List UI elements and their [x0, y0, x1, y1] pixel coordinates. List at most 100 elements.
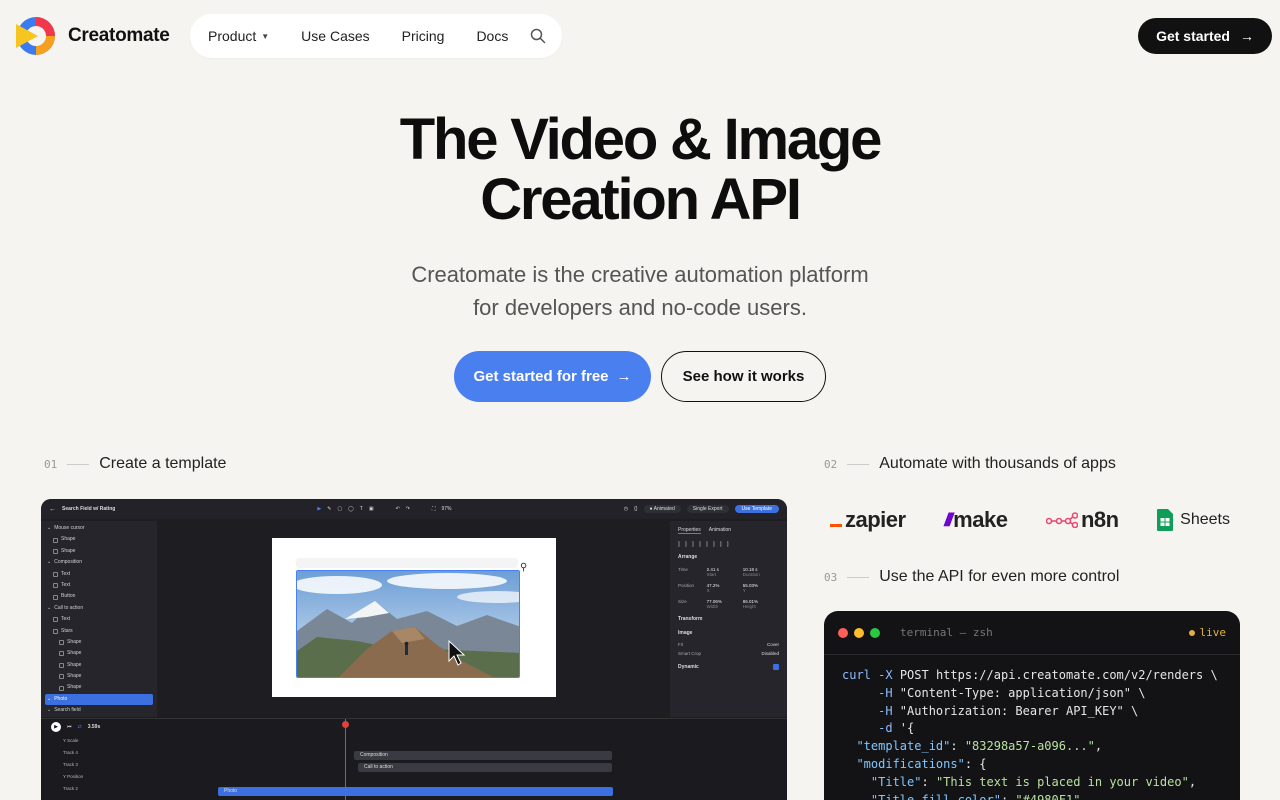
chevron-down-icon: ⌄ [47, 695, 52, 702]
get-started-button[interactable]: Get started → [1138, 18, 1272, 54]
step-api: 03 Use the API for even more control [824, 568, 1119, 586]
properties-rows: Time 2.41 s Start 10.18 s Duration Position 47… [670, 564, 787, 612]
track-bar-composition: Composition [354, 751, 612, 760]
see-how-it-works-label: See how it works [682, 368, 805, 385]
smart-crop-label: Smart Crop [678, 651, 702, 656]
property-sublabel: X [706, 588, 710, 593]
layer-box-icon [53, 583, 58, 589]
playhead-line [345, 719, 346, 800]
section-transform: Transform [678, 616, 703, 622]
layer-label: Shape [67, 684, 82, 691]
layer-item: Stars [45, 626, 153, 637]
layer-box-icon [53, 571, 58, 577]
make-logo: /// make [944, 507, 1008, 533]
step-number: 02 [824, 457, 838, 471]
section-dynamic: Dynamic [670, 658, 787, 676]
layer-box-icon [53, 628, 58, 634]
animated-toggle: ● Animated [643, 505, 681, 513]
timeline-controls: ▶ ⏮ ⇄ 3.59s [41, 719, 787, 735]
layer-box-icon [53, 548, 58, 554]
nav-item-pricing[interactable]: Pricing [386, 28, 461, 44]
see-how-it-works-button[interactable]: See how it works [661, 351, 826, 402]
chevron-down-icon: ⌄ [47, 707, 52, 714]
layer-label: Text [61, 570, 71, 577]
section-image: Image [678, 630, 693, 636]
property-row: Position 47.2% X 55.03% Y [670, 580, 787, 596]
chevron-down-icon: ⌄ [47, 525, 52, 531]
layer-label: Search field [54, 707, 81, 714]
zoom-level: 97% [441, 506, 452, 512]
nav-item-product[interactable]: Product ▼ [208, 28, 285, 44]
layer-box-icon [53, 617, 58, 623]
layer-item: ⌄ Composition [45, 557, 153, 568]
text-tool-icon: T [359, 506, 363, 512]
layer-label: Shape [61, 536, 76, 543]
arrow-right-icon: → [1240, 28, 1254, 44]
editor-properties-panel: Properties Animation ⫿ ⫿ ⫿ ⫿ ⫿ ⫿ ⫿ ⫿ Arr… [670, 521, 787, 717]
template-editor-preview: ← Search Field w/ Rating ▶ ✎ ▢ ◯ T ▣ ↶ ↷… [41, 499, 787, 800]
window-maximize-icon [870, 627, 880, 638]
layer-label: Shape [67, 661, 82, 668]
smart-crop-value: Disabled [761, 651, 779, 656]
layer-item: Button [45, 591, 153, 602]
pen-tool-icon: ✎ [327, 506, 332, 512]
search-icon[interactable] [530, 28, 546, 44]
property-label: Time [678, 567, 688, 572]
nav-item-docs[interactable]: Docs [460, 28, 524, 44]
layer-box-icon [59, 640, 64, 646]
editor-canvas: ⚲ [272, 538, 556, 697]
property-sublabel: Start [706, 572, 717, 577]
make-mark-icon: /// [944, 509, 953, 530]
fit-row: Fit Cover [670, 640, 787, 649]
rectangle-tool-icon: ▢ [337, 506, 343, 512]
image-tool-icon: ▣ [368, 506, 374, 512]
canvas-search-field [296, 558, 518, 568]
property-value: 55.03% Y [743, 583, 779, 593]
undo-icon: ↶ [395, 506, 400, 512]
n8n-mark-icon [1045, 512, 1078, 528]
track-bar-call-to-action: Call to action [358, 763, 612, 772]
property-value: 2.41 s Start [707, 567, 743, 577]
property-label: Size [678, 599, 687, 604]
property-value: 86.01% Height [743, 599, 779, 609]
step-label: Use the API for even more control [879, 568, 1120, 585]
live-dot-icon [1188, 629, 1195, 636]
window-close-icon [838, 627, 848, 638]
editor-toolbar: ← Search Field w/ Rating ▶ ✎ ▢ ◯ T ▣ ↶ ↷… [41, 499, 787, 519]
step-divider [847, 576, 870, 578]
terminal-title: terminal — zsh [900, 626, 993, 639]
layer-box-icon [59, 662, 64, 668]
terminal-line: curl -X POST https://api.creatomate.com/… [842, 668, 1218, 682]
get-started-free-button[interactable]: Get started for free → [454, 351, 651, 402]
checkbox-checked-icon [773, 664, 779, 670]
layer-item: Shape [45, 546, 153, 557]
layer-label: Stars [61, 627, 73, 634]
timeline-track-label: Y Scale [63, 738, 79, 743]
layer-box-icon [53, 594, 58, 600]
property-label: Position [678, 583, 695, 588]
editor-timeline: ▶ ⏮ ⇄ 3.59s Y Scale Track 4 Track 3Y Posit… [41, 718, 787, 800]
layer-item: ⌄ Mouse cursor [45, 523, 153, 534]
hero-title: The Video & Image Creation API [0, 110, 1280, 230]
layer-label: Shape [67, 638, 82, 645]
layer-item: Text [45, 614, 153, 625]
nav-item-use-cases[interactable]: Use Cases [285, 28, 385, 44]
layer-item: Text [45, 580, 153, 591]
terminal-line: "Title": "This text is placed in your vi… [870, 774, 1197, 789]
layer-item: Shape [45, 648, 153, 659]
property-row: Size 77.06% Width 86.01% Height [670, 596, 787, 612]
align-icons: ⫿ ⫿ ⫿ ⫿ ⫿ ⫿ ⫿ ⫿ [678, 542, 731, 548]
property-sublabel: Width [706, 604, 719, 609]
animated-label: Animated [653, 506, 675, 512]
get-started-free-label: Get started for free [473, 368, 609, 385]
property-value: 77.06% Width [707, 599, 743, 609]
brand-name: Creatomate [68, 25, 170, 46]
zapier-mark-icon [830, 523, 842, 527]
brand-logo[interactable]: Creatomate [16, 16, 170, 56]
live-status: live [1188, 626, 1226, 639]
layer-box-icon [53, 537, 58, 543]
property-row: Time 2.41 s Start 10.18 s Duration [670, 564, 787, 580]
editor-template-name: Search Field w/ Rating [62, 506, 116, 512]
tab-animation: Animation [708, 527, 732, 533]
layer-label: Text [61, 581, 71, 588]
